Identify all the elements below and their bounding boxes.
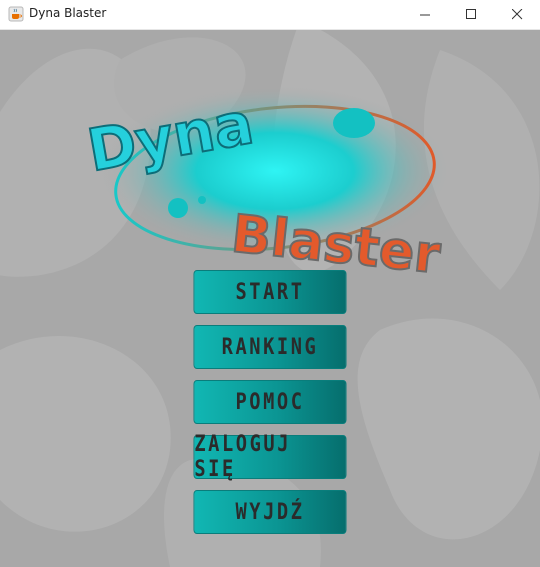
minimize-button[interactable] <box>402 0 448 29</box>
ranking-button[interactable]: RANKING <box>193 325 347 369</box>
app-window: Dyna Blaster Dyna Blaster START RANKING … <box>0 0 540 567</box>
game-menu-panel: Dyna Blaster START RANKING POMOC ZALOGUJ… <box>0 30 540 567</box>
start-button[interactable]: START <box>193 270 347 314</box>
close-icon <box>511 9 522 20</box>
java-cup-icon <box>8 6 24 22</box>
game-logo: Dyna Blaster <box>82 86 450 276</box>
exit-button[interactable]: WYJDŹ <box>193 490 347 534</box>
login-button[interactable]: ZALOGUJ SIĘ <box>193 432 347 482</box>
title-bar[interactable]: Dyna Blaster <box>0 0 540 30</box>
window-title: Dyna Blaster <box>29 6 107 20</box>
minimize-icon <box>419 14 430 16</box>
close-button[interactable] <box>494 0 540 29</box>
help-button[interactable]: POMOC <box>193 380 347 424</box>
maximize-icon <box>465 9 476 19</box>
maximize-button[interactable] <box>448 0 494 29</box>
